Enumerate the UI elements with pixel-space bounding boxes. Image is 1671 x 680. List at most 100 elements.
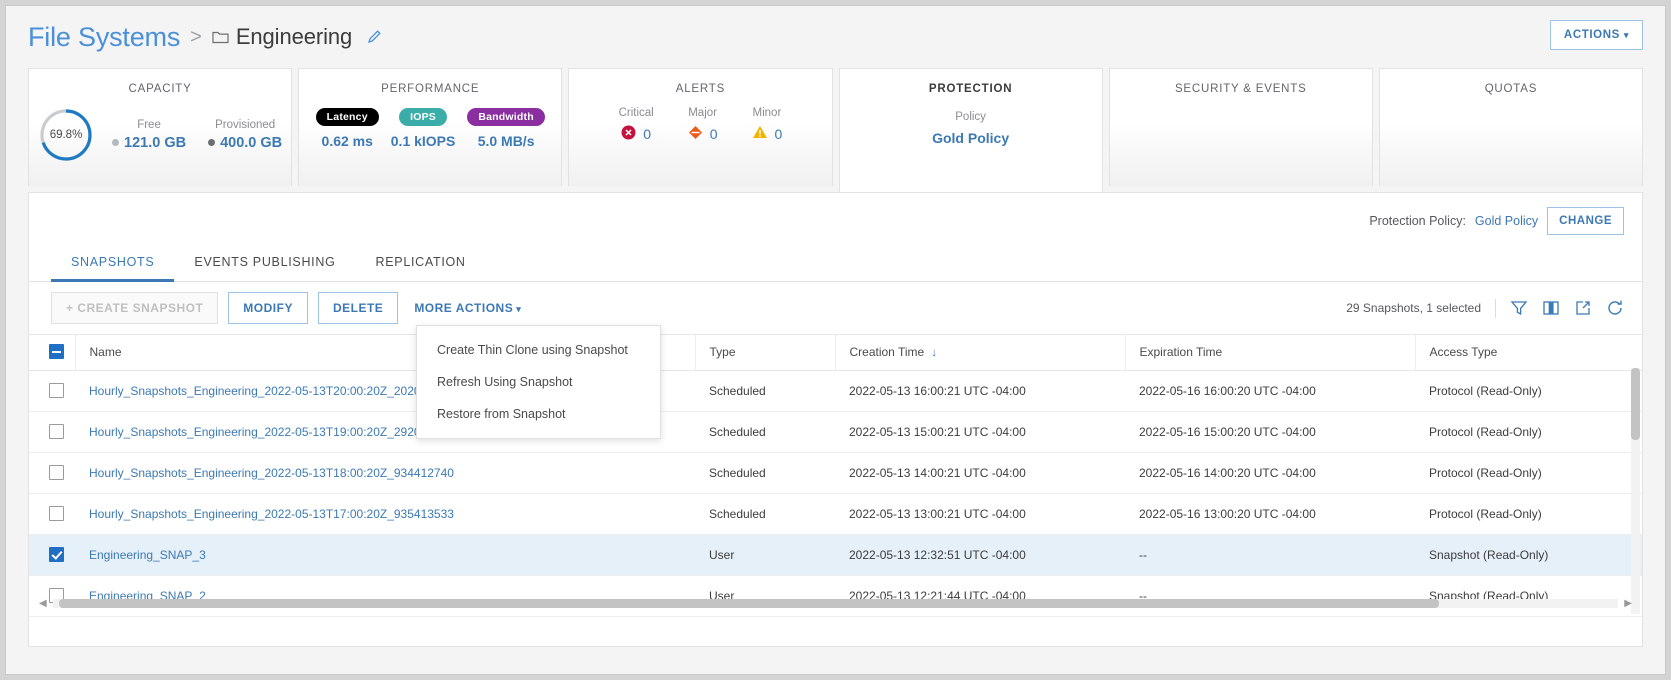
- row-access-type-cell: Snapshot (Read-Only): [1415, 575, 1642, 617]
- table-row[interactable]: Hourly_Snapshots_Engineering_2022-05-13T…: [29, 411, 1642, 453]
- row-checkbox[interactable]: [49, 424, 64, 439]
- tab-replication[interactable]: REPLICATION: [356, 246, 486, 282]
- snapshot-name-link[interactable]: Hourly_Snapshots_Engineering_2022-05-13T…: [89, 507, 454, 521]
- horizontal-scrollbar-track[interactable]: [52, 599, 1619, 608]
- column-header-access-type[interactable]: Access Type: [1415, 334, 1642, 371]
- row-creation-time-cell: 2022-05-13 12:21:44 UTC -04:00: [835, 575, 1125, 617]
- actions-button-label: ACTIONS: [1563, 29, 1620, 41]
- card-protection[interactable]: PROTECTION Policy Gold Policy: [838, 68, 1103, 192]
- major-icon: [688, 125, 703, 143]
- table-body: Hourly_Snapshots_Engineering_2022-05-13T…: [29, 370, 1642, 617]
- menu-item-create-thin-clone[interactable]: Create Thin Clone using Snapshot: [417, 334, 660, 366]
- change-policy-button[interactable]: CHANGE: [1547, 207, 1624, 235]
- row-expiration-time-cell: 2022-05-16 14:00:20 UTC -04:00: [1125, 452, 1415, 494]
- row-name-cell: Engineering_SNAP_3: [75, 534, 695, 576]
- actions-button[interactable]: ACTIONS ▾: [1549, 20, 1643, 50]
- chevron-down-icon: ▾: [516, 304, 522, 314]
- card-security-events-title: SECURITY & EVENTS: [1174, 83, 1307, 95]
- row-type-cell: Scheduled: [695, 411, 835, 453]
- row-type-cell: User: [695, 534, 835, 576]
- row-access-type-cell: Protocol (Read-Only): [1415, 493, 1642, 535]
- protection-policy-label: Policy: [955, 111, 986, 123]
- free-dot-icon: [112, 139, 119, 146]
- row-checkbox[interactable]: [49, 383, 64, 398]
- card-capacity[interactable]: CAPACITY 69.8% Free 121.0 GB Provisioned…: [28, 68, 293, 186]
- row-name-cell: Hourly_Snapshots_Engineering_2022-05-13T…: [75, 452, 695, 494]
- table-vertical-scrollbar[interactable]: [1631, 368, 1640, 614]
- modify-button[interactable]: MODIFY: [228, 292, 308, 324]
- export-icon[interactable]: [1574, 299, 1592, 317]
- row-checkbox[interactable]: [49, 465, 64, 480]
- performance-bandwidth: Bandwidth 5.0 MB/s: [467, 107, 545, 149]
- alerts-minor-value: 0: [752, 125, 782, 143]
- alerts-major-label: Major: [688, 107, 717, 119]
- edit-pencil-icon[interactable]: [366, 28, 384, 46]
- card-performance-title: PERFORMANCE: [381, 83, 480, 95]
- sort-descending-icon: ↓: [931, 345, 938, 359]
- columns-icon[interactable]: [1542, 299, 1560, 317]
- table-row[interactable]: Hourly_Snapshots_Engineering_2022-05-13T…: [29, 452, 1642, 494]
- alerts-major: Major 0: [688, 107, 717, 143]
- row-creation-time-cell: 2022-05-13 15:00:21 UTC -04:00: [835, 411, 1125, 453]
- row-creation-time-cell: 2022-05-13 16:00:21 UTC -04:00: [835, 370, 1125, 412]
- tab-events-publishing[interactable]: EVENTS PUBLISHING: [174, 246, 355, 282]
- menu-item-restore-from-snapshot[interactable]: Restore from Snapshot: [417, 398, 660, 430]
- protection-policy-value[interactable]: Gold Policy: [840, 130, 1102, 146]
- row-checkbox-cell: [29, 411, 75, 453]
- column-header-type[interactable]: Type: [695, 334, 836, 371]
- snapshots-panel: Protection Policy: Gold Policy CHANGE SN…: [28, 192, 1643, 647]
- folder-icon: [212, 30, 229, 44]
- filter-icon[interactable]: [1510, 299, 1528, 317]
- row-type-cell: Scheduled: [695, 493, 835, 535]
- iops-pill: IOPS: [399, 108, 448, 126]
- snapshot-name-link[interactable]: Hourly_Snapshots_Engineering_2022-05-13T…: [89, 466, 454, 480]
- table-row[interactable]: Engineering_SNAP_3 User 2022-05-13 12:32…: [29, 534, 1642, 576]
- bandwidth-value: 5.0 MB/s: [477, 133, 535, 149]
- card-alerts[interactable]: ALERTS Critical 0 Major 0 Minor 0: [568, 68, 833, 186]
- more-actions-button[interactable]: MORE ACTIONS ▾: [408, 293, 527, 323]
- delete-button[interactable]: DELETE: [317, 292, 399, 324]
- create-snapshot-button[interactable]: + CREATE SNAPSHOT: [51, 292, 219, 324]
- horizontal-scrollbar-thumb[interactable]: [58, 599, 1439, 608]
- metric-cards: CAPACITY 69.8% Free 121.0 GB Provisioned…: [6, 68, 1665, 192]
- capacity-free-value: 121.0 GB: [112, 135, 186, 151]
- table-horizontal-scrollbar[interactable]: ◀ ▶: [29, 597, 1642, 610]
- table-row[interactable]: Hourly_Snapshots_Engineering_2022-05-13T…: [29, 493, 1642, 535]
- scroll-right-icon[interactable]: ▶: [1624, 598, 1632, 609]
- menu-item-refresh-using-snapshot[interactable]: Refresh Using Snapshot: [417, 366, 660, 398]
- row-checkbox[interactable]: [49, 547, 64, 562]
- page-header: File Systems > Engineering ACTIONS ▾: [6, 6, 1665, 68]
- capacity-donut: 69.8%: [38, 107, 94, 163]
- capacity-free-label: Free: [137, 119, 161, 131]
- alerts-critical-value: 0: [619, 125, 654, 143]
- scroll-left-icon[interactable]: ◀: [39, 598, 47, 609]
- card-security-events[interactable]: SECURITY & EVENTS: [1108, 68, 1373, 186]
- card-quotas[interactable]: QUOTAS: [1378, 68, 1644, 186]
- capacity-provisioned: Provisioned 400.0 GB: [208, 119, 282, 151]
- column-header-expiration-time[interactable]: Expiration Time: [1125, 334, 1416, 371]
- table-row[interactable]: Engineering_SNAP_2 User 2022-05-13 12:21…: [29, 575, 1642, 617]
- column-header-creation-time[interactable]: Creation Time ↓: [835, 334, 1126, 371]
- table-header: Name Type Creation Time ↓ Expiration Time…: [29, 334, 1642, 371]
- row-checkbox[interactable]: [49, 506, 64, 521]
- snapshot-name-link[interactable]: Hourly_Snapshots_Engineering_2022-05-13T…: [89, 384, 459, 398]
- minor-icon: [752, 125, 768, 143]
- row-name-cell: Engineering_SNAP_2: [75, 575, 695, 617]
- row-access-type-cell: Snapshot (Read-Only): [1415, 534, 1642, 576]
- select-all-checkbox[interactable]: [49, 344, 64, 359]
- tab-snapshots[interactable]: SNAPSHOTS: [51, 246, 175, 282]
- alerts-minor-label: Minor: [752, 107, 782, 119]
- row-expiration-time-cell: 2022-05-16 13:00:20 UTC -04:00: [1125, 493, 1415, 535]
- breadcrumb-file-systems[interactable]: File Systems: [28, 22, 180, 53]
- row-creation-time-cell: 2022-05-13 13:00:21 UTC -04:00: [835, 493, 1125, 535]
- card-performance[interactable]: PERFORMANCE Latency 0.62 ms IOPS 0.1 kIO…: [298, 68, 563, 186]
- table-row[interactable]: Hourly_Snapshots_Engineering_2022-05-13T…: [29, 370, 1642, 412]
- snapshot-name-link[interactable]: Hourly_Snapshots_Engineering_2022-05-13T…: [89, 425, 454, 439]
- refresh-icon[interactable]: [1606, 299, 1624, 317]
- alerts-critical-label: Critical: [618, 107, 654, 119]
- vertical-scrollbar-thumb[interactable]: [1631, 368, 1640, 440]
- protection-policy-bar-value[interactable]: Gold Policy: [1475, 214, 1538, 228]
- capacity-provisioned-label: Provisioned: [215, 119, 276, 131]
- table-header-row: Name Type Creation Time ↓ Expiration Time…: [29, 334, 1642, 371]
- snapshot-name-link[interactable]: Engineering_SNAP_3: [89, 548, 206, 562]
